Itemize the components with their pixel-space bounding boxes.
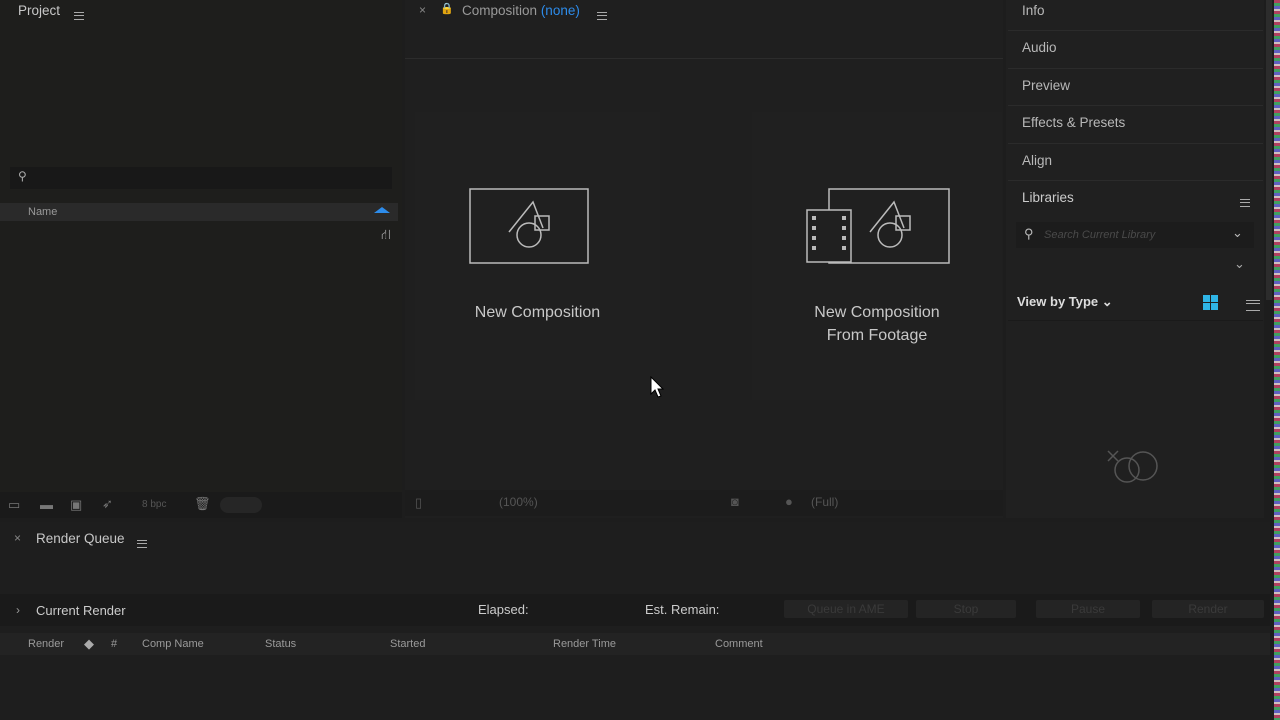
label-tag-icon[interactable]: ◆ bbox=[84, 636, 94, 652]
trash-icon[interactable]: 🗑 bbox=[194, 496, 211, 512]
list-view-icon[interactable] bbox=[1245, 300, 1260, 312]
composition-icon bbox=[469, 188, 589, 264]
pause-button[interactable]: Pause bbox=[1036, 600, 1140, 618]
composition-menu-icon[interactable] bbox=[597, 11, 607, 20]
column-comment[interactable]: Comment bbox=[715, 638, 763, 650]
mouse-cursor-icon bbox=[650, 376, 665, 398]
project-menu-icon[interactable] bbox=[74, 11, 84, 20]
magnification-icon[interactable]: ▯ bbox=[415, 495, 422, 511]
bpc-label[interactable]: 8 bpc bbox=[142, 499, 166, 510]
library-search-input[interactable]: ⚲ Search Current Library ⌄ bbox=[1016, 222, 1254, 248]
composition-footer: ▯ (100%) ◙ ● (Full) bbox=[405, 490, 1003, 516]
view-by-label: View by Type bbox=[1017, 294, 1099, 309]
render-queue-panel: × Render Queue bbox=[0, 522, 1270, 720]
column-started[interactable]: Started bbox=[390, 638, 425, 650]
column-comp-name[interactable]: Comp Name bbox=[142, 638, 204, 650]
new-composition-button[interactable]: New Composition bbox=[415, 112, 660, 400]
project-panel: Project ⚲ Name ⛙ ▭ ▬ ▣ ➶ 8 bpc 🗑 bbox=[0, 0, 402, 518]
render-button[interactable]: Render bbox=[1152, 600, 1264, 618]
composition-panel: × 🔒 Composition (none) New Composition N… bbox=[405, 0, 1003, 518]
project-column-header[interactable]: Name bbox=[0, 203, 398, 221]
project-footer: ▭ ▬ ▣ ➶ 8 bpc 🗑 bbox=[0, 492, 402, 518]
snapshot-icon[interactable]: ◙ bbox=[731, 494, 739, 509]
footage-composition-icon bbox=[806, 188, 950, 264]
libraries-menu-icon[interactable] bbox=[1240, 198, 1250, 207]
new-composition-from-footage-button[interactable]: New Composition From Footage bbox=[752, 112, 1002, 400]
expand-chevron-icon[interactable]: › bbox=[16, 603, 20, 617]
color-channels-icon[interactable]: ● bbox=[785, 494, 793, 509]
project-search-input[interactable]: ⚲ bbox=[10, 167, 392, 189]
screen-edge-artifact bbox=[1274, 0, 1280, 720]
queue-in-ame-button[interactable]: Queue in AME bbox=[784, 600, 908, 618]
close-icon[interactable]: × bbox=[14, 531, 21, 545]
column-name: Name bbox=[28, 206, 58, 218]
chevron-down-icon[interactable]: ⌄ bbox=[1232, 225, 1243, 241]
composition-name[interactable]: (none) bbox=[541, 3, 580, 18]
panel-effects-presets[interactable]: Effects & Presets bbox=[1022, 115, 1125, 130]
panel-preview[interactable]: Preview bbox=[1022, 78, 1070, 93]
panel-audio[interactable]: Audio bbox=[1022, 40, 1057, 55]
est-remain-label: Est. Remain: bbox=[645, 602, 720, 617]
flowchart-icon[interactable]: ⛙ bbox=[381, 226, 391, 245]
zoom-dropdown[interactable]: (100%) bbox=[499, 495, 538, 509]
column-render-time[interactable]: Render Time bbox=[553, 638, 616, 650]
elapsed-label: Elapsed: bbox=[478, 602, 529, 617]
panel-info[interactable]: Info bbox=[1022, 3, 1045, 18]
panel-libraries[interactable]: Libraries bbox=[1022, 190, 1074, 205]
render-queue-menu-icon[interactable] bbox=[137, 539, 147, 548]
view-by-type-dropdown[interactable]: View by Type ⌄ bbox=[1017, 294, 1113, 310]
sort-ascending-icon[interactable] bbox=[374, 207, 390, 213]
new-comp-footage-line1: New Composition bbox=[814, 304, 940, 321]
thumbnail-slider[interactable] bbox=[220, 497, 262, 513]
project-title: Project bbox=[18, 3, 61, 18]
new-folder-icon[interactable]: ▬ bbox=[40, 497, 53, 512]
lock-icon[interactable]: 🔒 bbox=[440, 2, 454, 15]
search-icon: ⚲ bbox=[18, 169, 27, 183]
column-number[interactable]: # bbox=[111, 638, 117, 650]
creative-cloud-offline-icon bbox=[1107, 450, 1158, 483]
library-dropdown-chevron-icon[interactable]: ⌄ bbox=[1234, 256, 1245, 272]
column-status[interactable]: Status bbox=[265, 638, 296, 650]
new-comp-footage-line2: From Footage bbox=[826, 327, 928, 344]
scrollbar[interactable] bbox=[1266, 0, 1272, 300]
stop-button[interactable]: Stop bbox=[916, 600, 1016, 618]
resolution-dropdown[interactable]: (Full) bbox=[811, 495, 838, 509]
library-search-placeholder: Search Current Library bbox=[1044, 229, 1156, 241]
grid-view-icon[interactable] bbox=[1203, 295, 1218, 310]
render-queue-title: Render Queue bbox=[36, 531, 125, 546]
close-icon[interactable]: × bbox=[419, 3, 426, 17]
new-composition-label: New Composition bbox=[474, 304, 601, 321]
composition-title: Composition bbox=[462, 3, 538, 18]
column-render[interactable]: Render bbox=[28, 638, 64, 650]
search-icon: ⚲ bbox=[1024, 226, 1034, 241]
interpret-footage-icon[interactable]: ▭ bbox=[8, 497, 20, 513]
panel-align[interactable]: Align bbox=[1022, 153, 1052, 168]
render-icon[interactable]: ➶ bbox=[102, 496, 113, 512]
new-composition-icon[interactable]: ▣ bbox=[70, 497, 82, 513]
current-render-label: Current Render bbox=[36, 603, 126, 618]
